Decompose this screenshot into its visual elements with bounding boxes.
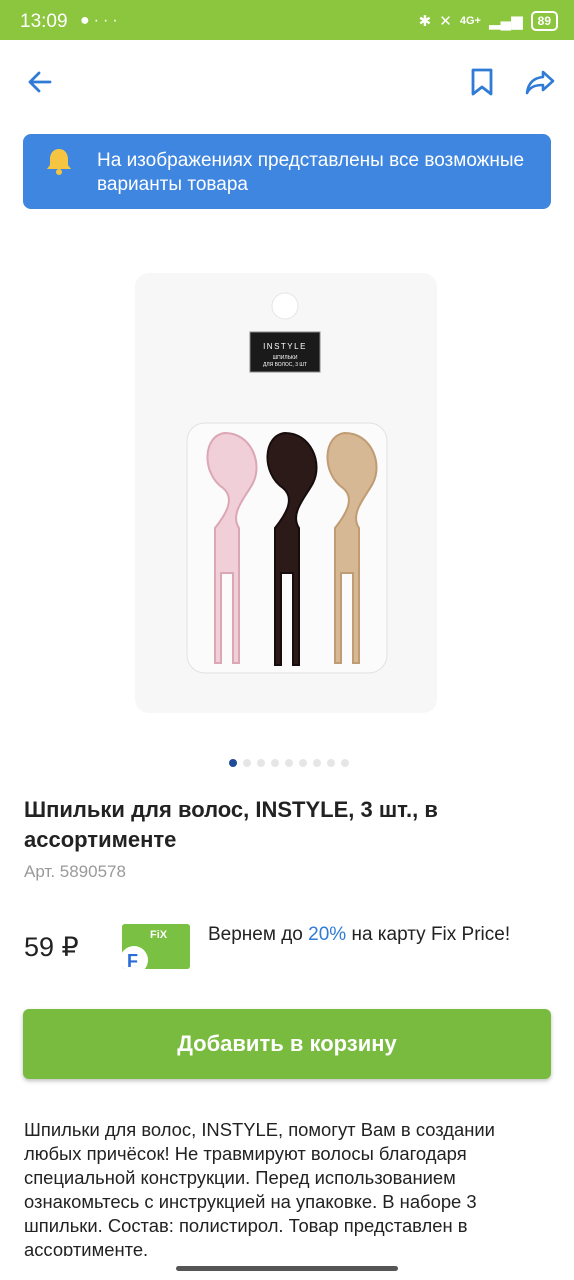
product-image[interactable]: INSTYLE ШПИЛЬКИ ДЛЯ ВОЛОС, 3 ШТ — [135, 273, 437, 713]
network-type: 4G+ — [459, 15, 481, 27]
info-banner: На изображениях представлены все возможн… — [23, 134, 551, 209]
fix-price-card-icon: FiX F — [122, 924, 190, 969]
more-notifications-icon: ··· — [93, 12, 122, 29]
carousel-dot[interactable] — [285, 759, 293, 767]
status-time: 13:09 — [20, 11, 68, 32]
carousel-dot[interactable] — [313, 759, 321, 767]
carousel-indicator[interactable] — [229, 759, 349, 767]
product-title: Шпильки для волос, INSTYLE, 3 шт., в асс… — [24, 797, 438, 852]
product-description: Шпильки для волос, INSTYLE, помогут Вам … — [24, 1119, 495, 1256]
cashback-text: Вернем до 20% на карту Fix Price! — [208, 924, 510, 946]
carousel-dot[interactable] — [243, 759, 251, 767]
carousel-dot[interactable] — [229, 759, 237, 767]
carousel-dot[interactable] — [271, 759, 279, 767]
package-label-line2: ДЛЯ ВОЛОС, 3 ШТ — [263, 362, 307, 368]
hairpins-illustration: INSTYLE ШПИЛЬКИ ДЛЯ ВОЛОС, 3 ШТ — [186, 292, 388, 674]
bookmark-button[interactable] — [462, 62, 502, 102]
bell-icon — [47, 149, 71, 175]
banner-text: На изображениях представлены все возможн… — [97, 150, 525, 195]
arrow-left-icon — [28, 71, 52, 93]
bookmark-icon — [471, 68, 493, 96]
svg-text:F: F — [127, 951, 138, 969]
status-bar: 13:09 ●··· ✱ ✕ 4G+ ▂▄▆ 89 — [0, 0, 574, 40]
carousel-dot[interactable] — [257, 759, 265, 767]
chat-icon: ● — [80, 12, 94, 29]
top-app-bar — [0, 40, 574, 124]
mute-icon: ✕ — [439, 13, 452, 30]
back-button[interactable] — [20, 62, 60, 102]
share-button[interactable] — [520, 62, 560, 102]
package-brand: INSTYLE — [263, 342, 307, 351]
bluetooth-icon: ✱ — [418, 13, 432, 30]
product-article: Арт. 5890578 — [24, 862, 126, 881]
signal-icon: ▂▄▆ — [488, 13, 523, 30]
share-icon — [525, 70, 555, 95]
product-price: 59 ₽ — [24, 932, 79, 962]
cashback-percent: 20% — [308, 924, 347, 945]
carousel-dot[interactable] — [327, 759, 335, 767]
cashback-prefix: Вернем до — [208, 924, 303, 945]
battery-icon: 89 — [530, 11, 558, 31]
cashback-suffix: на карту Fix Price! — [351, 924, 511, 945]
home-indicator[interactable] — [176, 1266, 398, 1271]
carousel-dot[interactable] — [299, 759, 307, 767]
add-to-cart-button[interactable]: Добавить в корзину — [23, 1009, 551, 1079]
notification-icons: ●··· — [80, 12, 122, 30]
card-logo-text: FiX — [150, 929, 168, 941]
package-label-line1: ШПИЛЬКИ — [273, 355, 298, 361]
system-icons: ✱ ✕ 4G+ ▂▄▆ 89 — [419, 11, 558, 31]
carousel-dot[interactable] — [341, 759, 349, 767]
